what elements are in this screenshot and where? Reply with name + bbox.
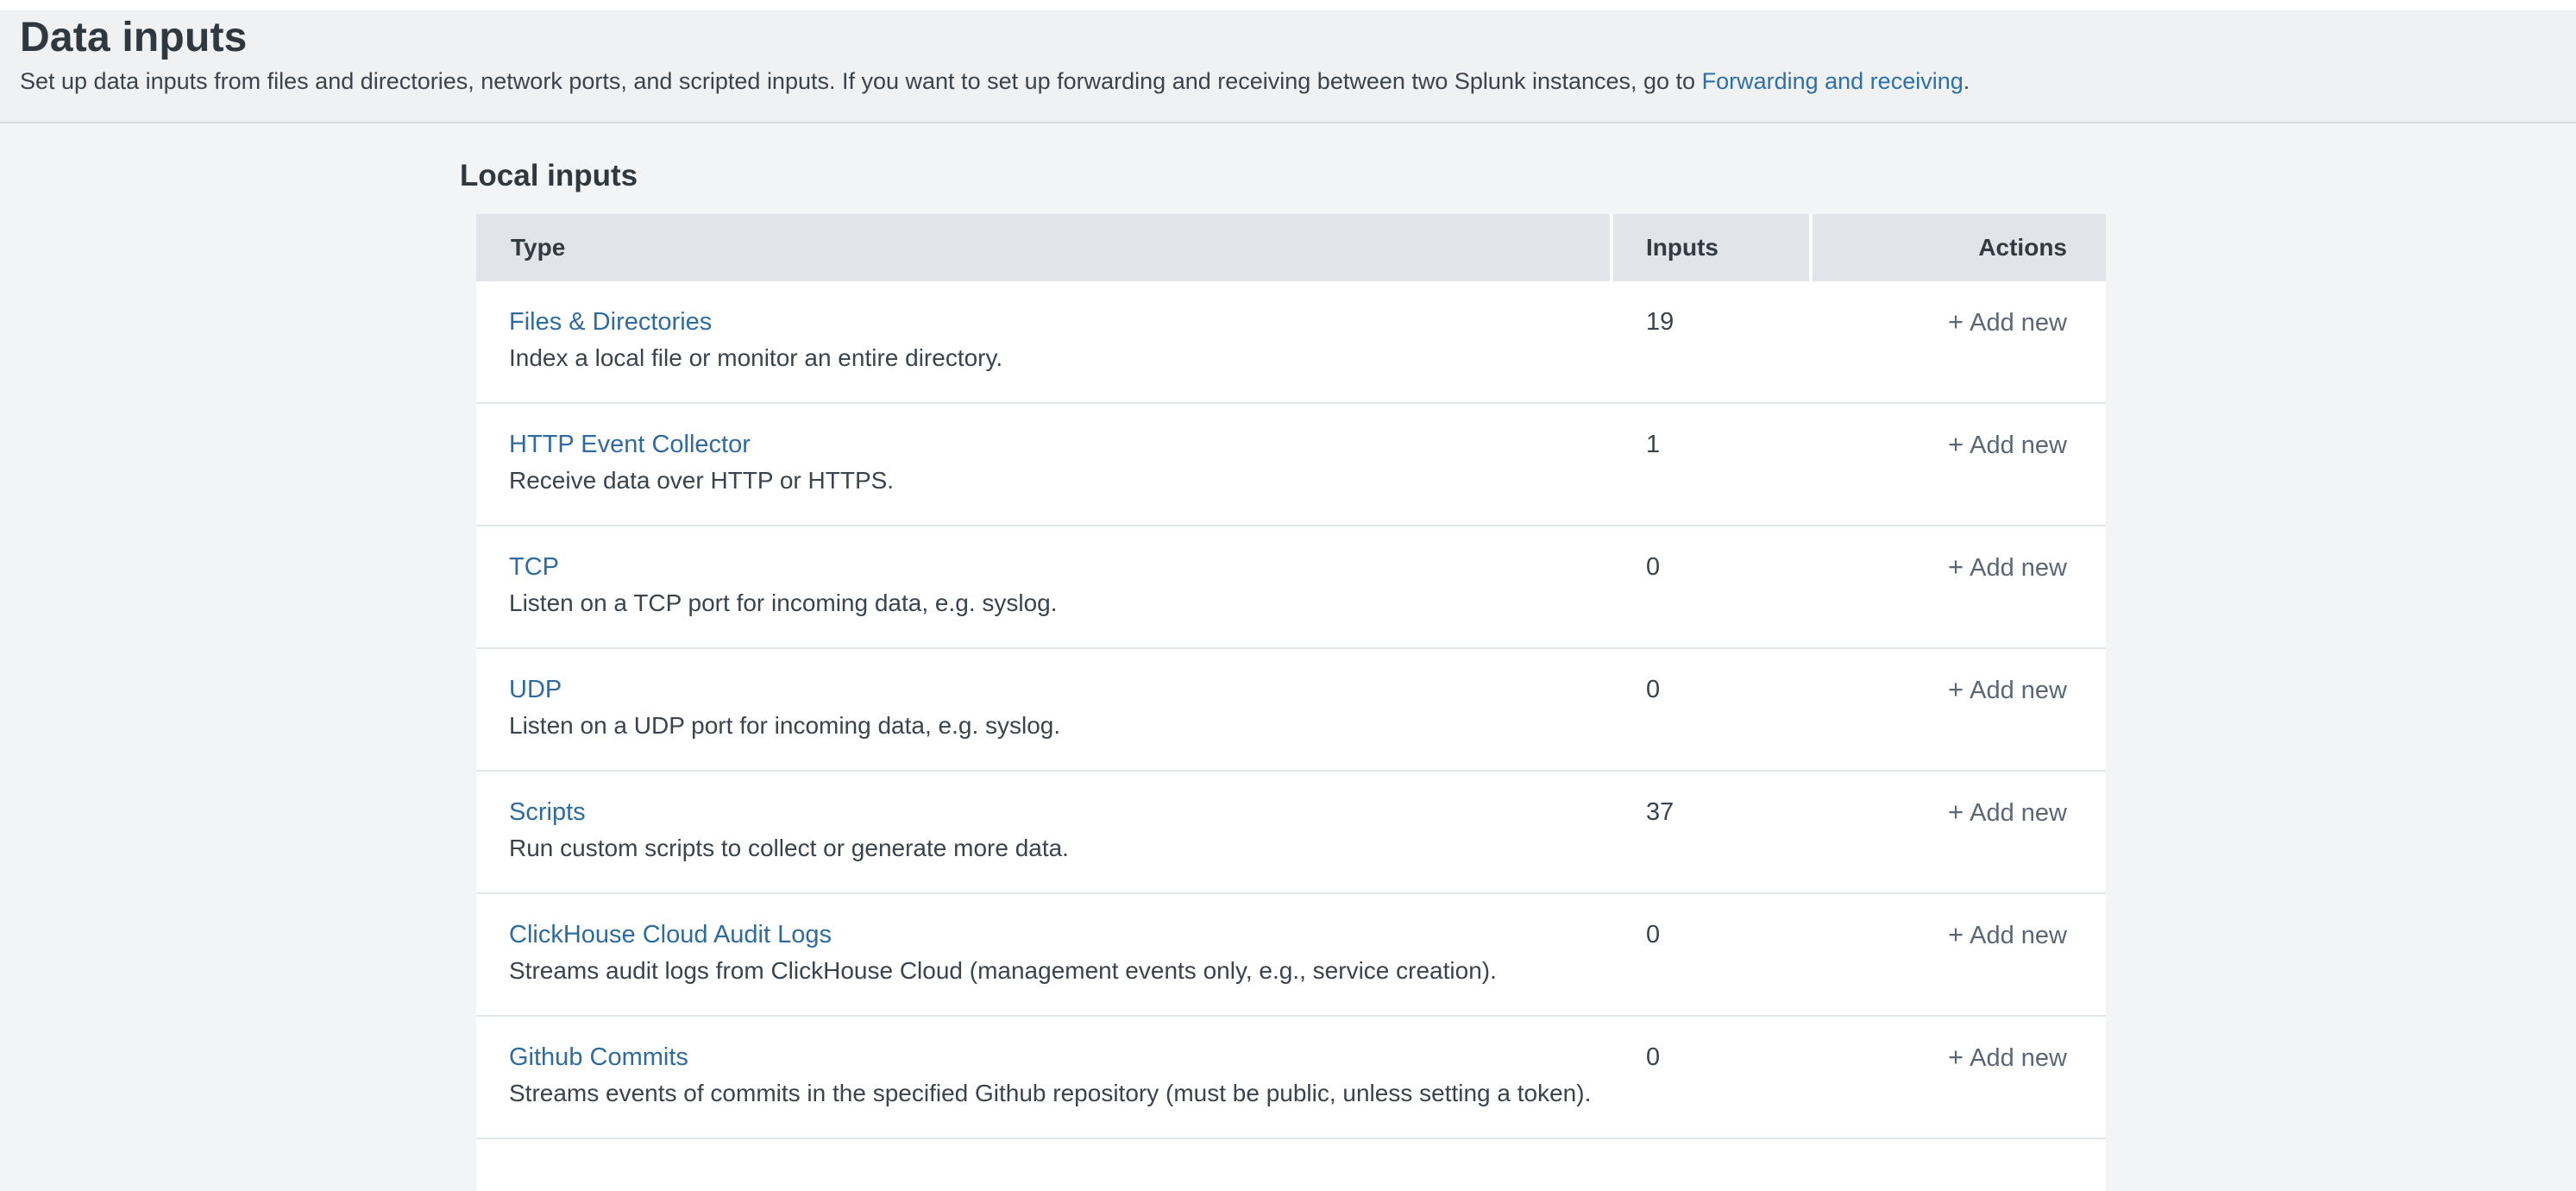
http-event-collector-link[interactable]: HTTP Event Collector [509,430,751,459]
scripts-link[interactable]: Scripts [509,797,586,827]
plus-icon: + [1948,1042,1963,1072]
table-header-row: Type Inputs Actions [476,214,2106,281]
clickhouse-cloud-audit-logs-link[interactable]: ClickHouse Cloud Audit Logs [509,920,832,949]
add-new-label: Add new [1970,677,2067,704]
type-cell: UDP Listen on a UDP port for incoming da… [476,649,1613,770]
inputs-count: 1 [1613,404,1813,525]
actions-cell: +Add new [1813,526,2106,647]
column-header-type: Type [476,214,1610,281]
add-new-button[interactable]: +Add new [1948,309,2067,337]
table-row-files-directories: Files & Directories Index a local file o… [476,281,2106,404]
column-header-inputs: Inputs [1613,214,1809,281]
inputs-count: 0 [1613,894,1813,1015]
add-new-label: Add new [1970,1044,2067,1072]
type-description: Index a local file or monitor an entire … [509,343,1613,372]
plus-icon: + [1948,919,1963,949]
actions-cell: +Add new [1813,281,2106,402]
page-subtitle: Set up data inputs from files and direct… [20,66,2541,96]
type-cell: Files & Directories Index a local file o… [476,281,1613,402]
udp-link[interactable]: UDP [509,675,562,704]
inputs-count: 37 [1613,772,1813,892]
type-description: Receive data over HTTP or HTTPS. [509,466,1613,495]
type-description: Run custom scripts to collect or generat… [509,834,1613,862]
tcp-link[interactable]: TCP [509,552,559,582]
local-inputs-heading: Local inputs [460,123,2576,193]
top-white-strip [0,0,2576,10]
table-body: Files & Directories Index a local file o… [476,281,2106,1191]
add-new-button[interactable]: +Add new [1948,554,2067,582]
add-new-label: Add new [1970,922,2067,949]
page-title: Data inputs [20,12,2541,64]
next-row-partial [476,1139,2106,1191]
column-header-actions: Actions [1813,214,2106,281]
actions-cell: + Add new [1813,649,2106,770]
add-new-label: Add new [1970,432,2067,459]
subtitle-text-before: Set up data inputs from files and direct… [20,68,1702,94]
forwarding-and-receiving-link[interactable]: Forwarding and receiving [1702,68,1963,94]
table-row-clickhouse-cloud-audit-logs: ClickHouse Cloud Audit Logs Streams audi… [476,894,2106,1017]
table-row-http-event-collector: HTTP Event Collector Receive data over H… [476,404,2106,526]
table-row-scripts: Scripts Run custom scripts to collect or… [476,772,2106,894]
table-row-github-commits: Github Commits Streams events of commits… [476,1017,2106,1139]
subtitle-text-after: . [1963,68,1970,94]
github-commits-link[interactable]: Github Commits [509,1043,688,1072]
plus-icon: + [1948,674,1963,704]
type-description: Listen on a UDP port for incoming data, … [509,711,1613,740]
page-header: Data inputs Set up data inputs from file… [0,10,2576,123]
type-cell: TCP Listen on a TCP port for incoming da… [476,526,1613,647]
plus-icon: + [1948,551,1963,582]
add-new-button[interactable]: + Add new [1948,677,2067,704]
type-description: Listen on a TCP port for incoming data, … [509,589,1613,617]
type-cell: Github Commits Streams events of commits… [476,1017,1613,1137]
actions-cell: + Add new [1813,894,2106,1015]
plus-icon: + [1948,429,1963,459]
type-description: Streams audit logs from ClickHouse Cloud… [509,956,1613,985]
inputs-count: 19 [1613,281,1813,402]
inputs-count: 0 [1613,1017,1813,1137]
add-new-button[interactable]: + Add new [1948,432,2067,459]
files-directories-link[interactable]: Files & Directories [509,307,712,337]
add-new-label: Add new [1970,309,2067,337]
type-cell: Scripts Run custom scripts to collect or… [476,772,1613,892]
main-content: Local inputs Type Inputs Actions Files &… [0,123,2576,1191]
add-new-label: Add new [1970,554,2067,582]
type-cell: ClickHouse Cloud Audit Logs Streams audi… [476,894,1613,1015]
actions-cell: +Add new [1813,1017,2106,1137]
plus-icon: + [1948,797,1963,827]
inputs-count: 0 [1613,526,1813,647]
local-inputs-table: Type Inputs Actions Files & Directories … [476,214,2106,1191]
actions-cell: + Add new [1813,404,2106,525]
type-description: Streams events of commits in the specifi… [509,1079,1613,1107]
table-row-udp: UDP Listen on a UDP port for incoming da… [476,649,2106,772]
actions-cell: +Add new [1813,772,2106,892]
table-row-tcp: TCP Listen on a TCP port for incoming da… [476,526,2106,649]
plus-icon: + [1948,306,1963,337]
add-new-label: Add new [1970,799,2067,827]
add-new-button[interactable]: +Add new [1948,1044,2067,1072]
inputs-count: 0 [1613,649,1813,770]
add-new-button[interactable]: +Add new [1948,799,2067,827]
type-cell: HTTP Event Collector Receive data over H… [476,404,1613,525]
add-new-button[interactable]: + Add new [1948,922,2067,949]
